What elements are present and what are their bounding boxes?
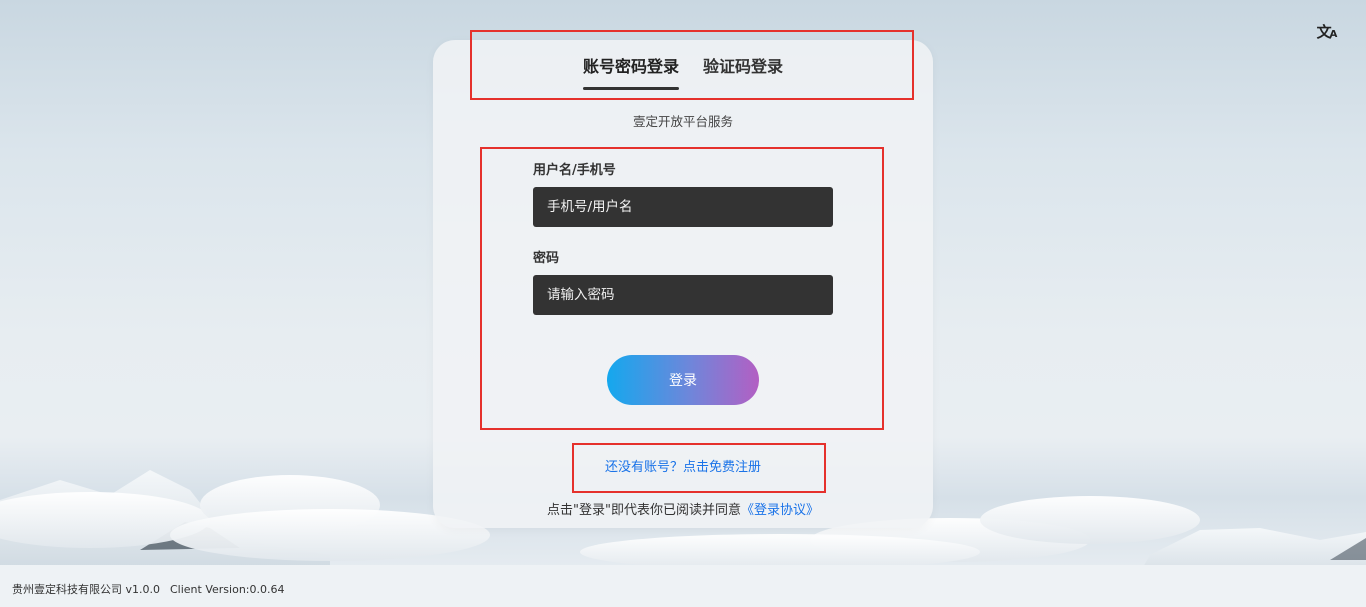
username-input[interactable] xyxy=(533,187,833,227)
language-toggle-button[interactable]: 文A xyxy=(1314,18,1340,44)
password-input[interactable] xyxy=(533,275,833,315)
agreement-text: 点击"登录"即代表你已阅读并同意《登录协议》 xyxy=(433,499,933,518)
login-tabs: 账号密码登录 验证码登录 xyxy=(433,54,933,94)
login-agreement-link[interactable]: 《登录协议》 xyxy=(741,503,819,518)
footer-client-version: Client Version:0.0.64 xyxy=(170,583,285,596)
footer: 贵州壹定科技有限公司 v1.0.0 Client Version:0.0.64 xyxy=(12,581,285,597)
register-link[interactable]: 还没有账号？点击免费注册 xyxy=(433,456,933,475)
username-label: 用户名/手机号 xyxy=(533,163,616,178)
translate-icon-sub: A xyxy=(1329,28,1338,40)
login-button[interactable]: 登录 xyxy=(607,355,759,405)
footer-company-version: 贵州壹定科技有限公司 v1.0.0 xyxy=(12,583,160,596)
tab-password-login[interactable]: 账号密码登录 xyxy=(582,54,680,90)
agreement-prefix: 点击"登录"即代表你已阅读并同意 xyxy=(547,503,741,518)
login-card: 账号密码登录 验证码登录 壹定开放平台服务 用户名/手机号 密码 登录 还没有账… xyxy=(433,40,933,528)
tab-code-login[interactable]: 验证码登录 xyxy=(703,54,783,90)
platform-subtitle: 壹定开放平台服务 xyxy=(632,114,733,129)
password-label: 密码 xyxy=(533,251,560,266)
